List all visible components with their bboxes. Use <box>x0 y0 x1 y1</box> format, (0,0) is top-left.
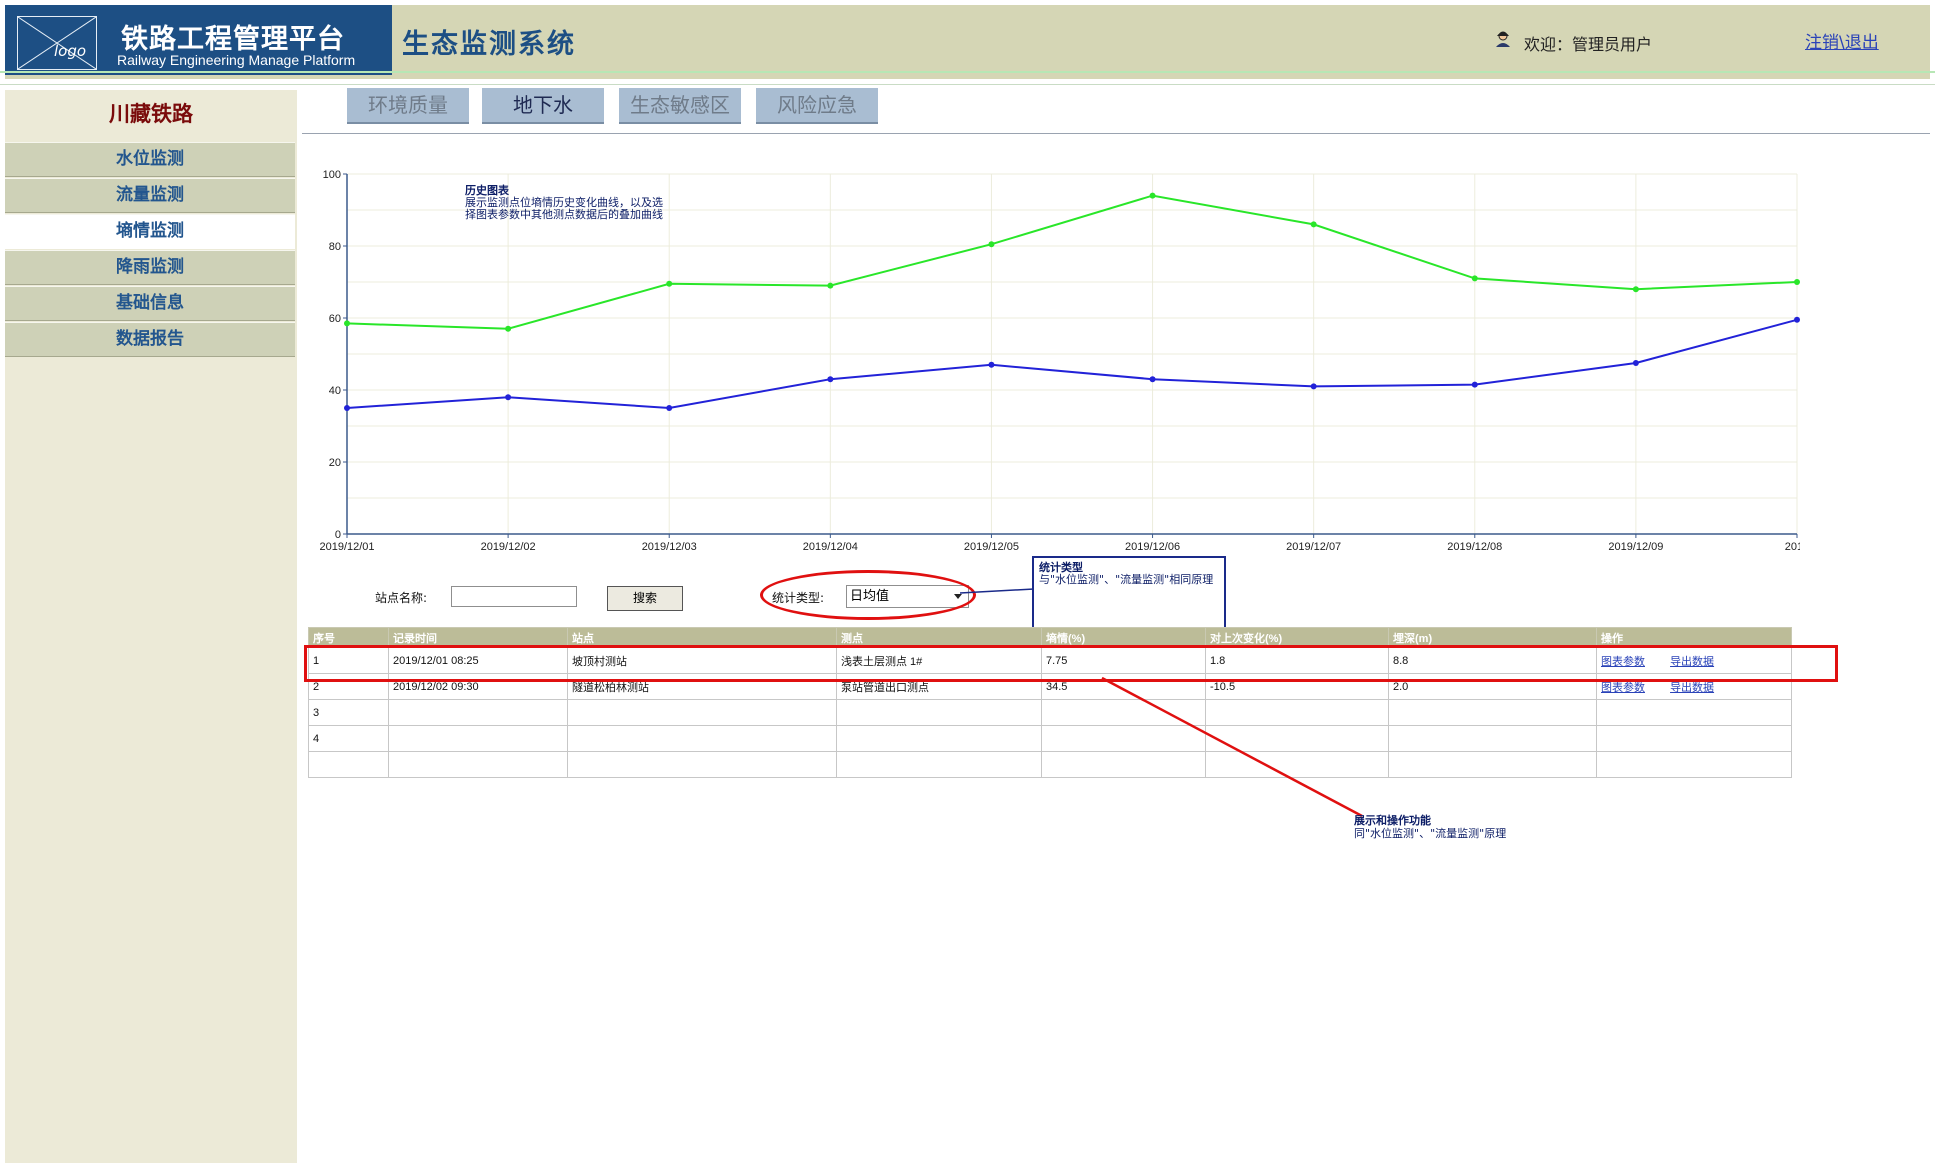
chart-params-link[interactable]: 图表参数 <box>1601 682 1645 694</box>
sidebar-item-water-level[interactable]: 水位监测 <box>5 142 295 177</box>
data-point <box>1310 383 1317 390</box>
header-divider <box>0 84 1935 85</box>
tab-risk-emergency[interactable]: 风险应急 <box>756 88 878 124</box>
system-title: 生态监测系统 <box>402 29 576 60</box>
station-name-label: 站点名称: <box>375 591 428 605</box>
operations-note: 展示和操作功能 同"水位监测"、"流量监测"原理 <box>1354 814 1514 840</box>
sidebar-title: 川藏铁路 <box>109 102 193 126</box>
tab-eco-sensitive-area[interactable]: 生态敏感区 <box>619 88 741 124</box>
data-point <box>1149 376 1156 383</box>
table-row: 4 <box>308 725 1792 752</box>
x-tick-label: 2019/12/08 <box>1447 541 1502 553</box>
data-point <box>1632 360 1639 366</box>
cell-actions <box>1596 699 1792 726</box>
sidebar-item-basic-info[interactable]: 基础信息 <box>5 286 295 321</box>
y-tick-label: 60 <box>329 313 341 325</box>
cell-point <box>836 751 1042 778</box>
op-note-text: 同"水位监测"、"流量监测"原理 <box>1354 827 1507 840</box>
data-point <box>1794 316 1800 323</box>
data-point <box>344 320 350 327</box>
y-tick-label: 0 <box>335 529 341 541</box>
op-note-title: 展示和操作功能 <box>1354 814 1431 827</box>
y-tick-label: 80 <box>329 241 341 253</box>
y-tick-label: 100 <box>323 169 341 181</box>
cell-point <box>836 725 1042 752</box>
x-tick-label: 2019/12/07 <box>1286 541 1341 553</box>
data-point <box>1794 279 1800 285</box>
welcome-text: 欢迎：管理员用户 <box>1524 35 1653 54</box>
data-point <box>827 376 834 383</box>
cell-actions <box>1596 751 1792 778</box>
row-highlight <box>304 645 1838 682</box>
data-point <box>666 405 673 411</box>
logout-link[interactable]: 注销\退出 <box>1805 28 1879 53</box>
data-point <box>344 405 350 411</box>
x-tick-label: 2019/12/06 <box>1125 541 1180 553</box>
data-point <box>827 282 834 289</box>
header-divider <box>0 71 1935 73</box>
sidebar-item-flow[interactable]: 流量监测 <box>5 178 295 213</box>
x-tick-label: 2019/12/05 <box>964 541 1019 553</box>
op-note-connector <box>1101 676 1363 818</box>
sidebar-item-soil-moisture[interactable]: 墒情监测 <box>5 214 295 249</box>
cell-index: 3 <box>308 699 389 726</box>
history-line-chart: 0 20 40 60 80 100 2019/12/01 2019/12/02 2019/12/… <box>319 169 1800 553</box>
brand-title-cn: 铁路工程管理平台 <box>121 24 345 55</box>
data-point <box>1471 275 1478 282</box>
data-point <box>1471 381 1478 388</box>
cell-index: 4 <box>308 725 389 752</box>
stat-type-note: 统计类型 与"水位监测"、"流量监测"相同原理 <box>1032 556 1226 635</box>
cell-actions <box>1596 725 1792 752</box>
brand-block: logo 铁路工程管理平台 Railway Engineering Manage… <box>5 5 392 75</box>
cell-depth <box>1388 699 1597 726</box>
cell-depth <box>1388 725 1597 752</box>
x-tick-label: 2019 <box>1785 541 1800 553</box>
x-tick-label: 2019/12/09 <box>1608 541 1663 553</box>
data-point <box>988 361 995 368</box>
station-name-input[interactable] <box>451 586 577 607</box>
data-point <box>505 394 512 401</box>
search-button[interactable]: 搜索 <box>607 586 683 611</box>
x-tick-label: 2019/12/01 <box>319 541 374 553</box>
cell-time <box>388 699 568 726</box>
x-tick-label: 2019/12/04 <box>803 541 858 553</box>
cell-station <box>567 725 837 752</box>
cell-station <box>567 699 837 726</box>
cell-index <box>308 751 389 778</box>
user-icon <box>1496 31 1510 47</box>
stat-note-connector <box>960 588 1035 594</box>
brand-title-en: Railway Engineering Manage Platform <box>117 52 356 68</box>
y-tick-label: 20 <box>329 457 341 469</box>
sidebar-item-data-report[interactable]: 数据报告 <box>5 322 295 357</box>
chart-annotation-text: 展示监测点位墒情历史变化曲线，以及选择图表参数中其他测点数据后的叠加曲线 <box>465 196 663 221</box>
chart-annotation: 历史图表 展示监测点位墒情历史变化曲线，以及选择图表参数中其他测点数据后的叠加曲… <box>465 185 670 221</box>
data-point <box>505 325 512 332</box>
logo-image: logo <box>17 16 97 70</box>
sidebar-item-rainfall[interactable]: 降雨监测 <box>5 250 295 285</box>
cell-depth <box>1388 751 1597 778</box>
cell-point <box>836 699 1042 726</box>
data-point <box>1310 221 1317 228</box>
data-point <box>1149 192 1156 199</box>
table-row <box>308 751 1792 778</box>
data-point <box>666 280 673 287</box>
export-data-link[interactable]: 导出数据 <box>1670 682 1714 694</box>
tab-groundwater[interactable]: 地下水 <box>482 88 604 124</box>
x-tick-label: 2019/12/03 <box>642 541 697 553</box>
cell-time <box>388 725 568 752</box>
logo-text: logo <box>54 42 87 60</box>
tab-environment-quality[interactable]: 环境质量 <box>347 88 469 124</box>
cell-station <box>567 751 837 778</box>
table-row: 3 <box>308 699 1792 726</box>
data-point <box>1632 286 1639 293</box>
stat-type-highlight <box>760 570 976 620</box>
data-point <box>988 241 995 248</box>
tabs-divider <box>302 133 1930 134</box>
series-line-2 <box>346 318 1798 410</box>
x-tick-label: 2019/12/02 <box>481 541 536 553</box>
y-tick-label: 40 <box>329 385 341 397</box>
cell-time <box>388 751 568 778</box>
stat-note-text: 与"水位监测"、"流量监测"相同原理 <box>1039 573 1214 586</box>
